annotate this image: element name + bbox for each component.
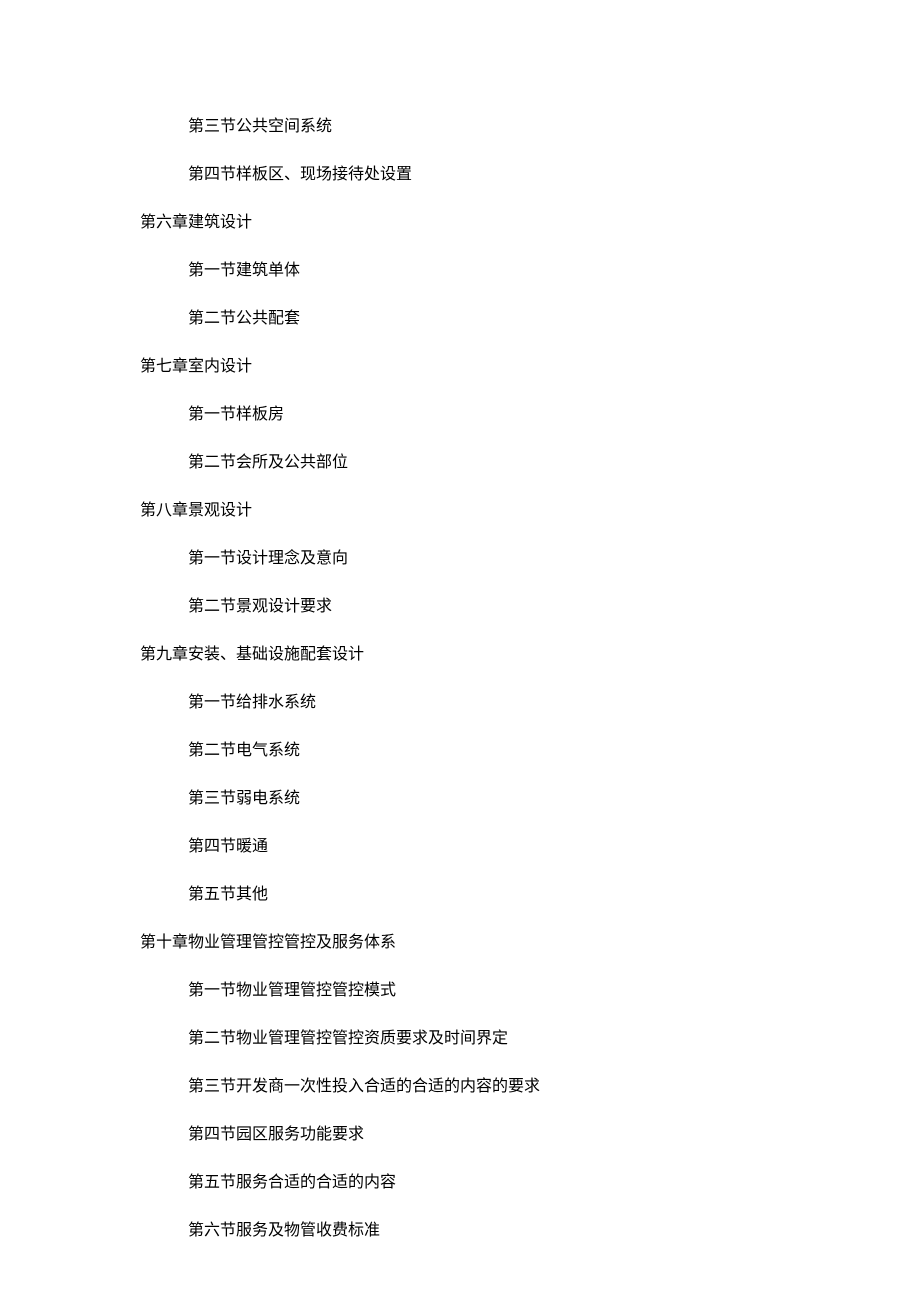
toc-entry: 第二节电气系统 <box>188 739 780 763</box>
toc-entry: 第二节公共配套 <box>188 307 780 331</box>
toc-entry: 第三节弱电系统 <box>188 787 780 811</box>
toc-entry: 第一节物业管理管控管控模式 <box>188 979 780 1003</box>
toc-chapter: 第八章景观设计 <box>140 499 780 523</box>
toc-entry: 第一节样板房 <box>188 403 780 427</box>
toc-chapter: 第九章安装、基础设施配套设计 <box>140 643 780 667</box>
toc-entry: 第一节建筑单体 <box>188 259 780 283</box>
toc-entry: 第四节暖通 <box>188 835 780 859</box>
toc-entry: 第四节样板区、现场接待处设置 <box>188 163 780 187</box>
toc-entry: 第三节开发商一次性投入合适的合适的内容的要求 <box>188 1075 780 1099</box>
toc-entry: 第三节公共空间系统 <box>188 115 780 139</box>
toc-entry: 第一节给排水系统 <box>188 691 780 715</box>
table-of-contents: 第三节公共空间系统 第四节样板区、现场接待处设置 第六章建筑设计 第一节建筑单体… <box>0 0 920 1243</box>
toc-entry: 第五节服务合适的合适的内容 <box>188 1171 780 1195</box>
toc-entry: 第二节景观设计要求 <box>188 595 780 619</box>
toc-chapter: 第六章建筑设计 <box>140 211 780 235</box>
toc-entry: 第一节设计理念及意向 <box>188 547 780 571</box>
toc-chapter: 第七章室内设计 <box>140 355 780 379</box>
toc-chapter: 第十章物业管理管控管控及服务体系 <box>140 931 780 955</box>
toc-entry: 第六节服务及物管收费标准 <box>188 1219 780 1243</box>
toc-entry: 第二节物业管理管控管控资质要求及时间界定 <box>188 1027 780 1051</box>
toc-entry: 第五节其他 <box>188 883 780 907</box>
toc-entry: 第四节园区服务功能要求 <box>188 1123 780 1147</box>
toc-entry: 第二节会所及公共部位 <box>188 451 780 475</box>
